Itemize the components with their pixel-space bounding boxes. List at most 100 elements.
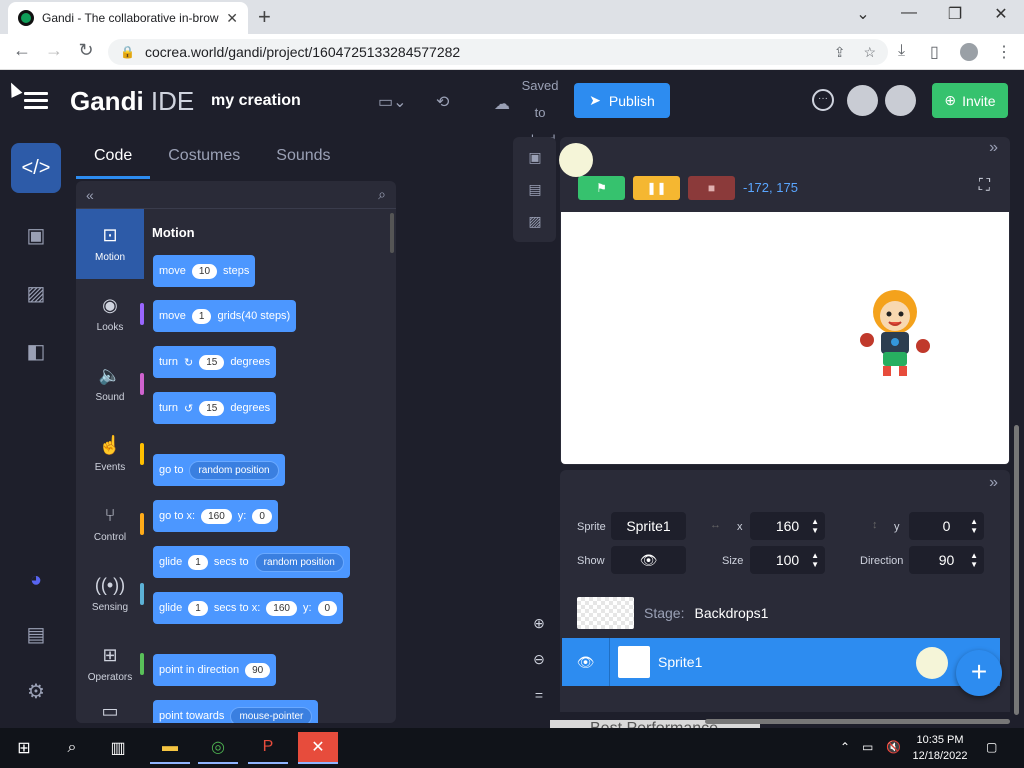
file-explorer-icon[interactable]: ▬	[150, 732, 190, 764]
profile-icon[interactable]	[960, 43, 978, 61]
vertical-scrollbar[interactable]	[1014, 425, 1019, 715]
stage-canvas[interactable]	[561, 212, 1009, 464]
glide-xy-block[interactable]: glide 1 secs to x: 160 y: 0	[153, 592, 344, 624]
download-icon[interactable]: ⤓	[898, 42, 905, 60]
green-flag-button[interactable]: ⚑	[578, 176, 625, 200]
x-app-icon[interactable]: ✕	[298, 732, 338, 764]
avatar[interactable]	[847, 85, 878, 116]
network-icon[interactable]: ▭	[862, 740, 873, 754]
code-editor-icon[interactable]: </>	[11, 143, 61, 193]
stepper-icon: ▲ ▼	[811, 517, 819, 535]
move-steps-block[interactable]: move 10 steps	[153, 255, 256, 287]
image-icon[interactable]: ▨	[11, 268, 61, 318]
category-more[interactable]: ▭	[76, 699, 144, 723]
category-sensing[interactable]: ((•)) Sensing	[76, 559, 144, 629]
point-direction-block[interactable]: point in direction 90	[153, 654, 277, 686]
sprite-character[interactable]	[857, 284, 931, 384]
notifications-icon[interactable]: ▢	[986, 740, 997, 754]
blocks-area: Motion move 10 steps move 1 grids(40 steps) …	[146, 209, 386, 723]
move-grids-block[interactable]: move 1 grids(40 steps)	[153, 300, 297, 332]
zoom-out-icon[interactable]: ⊖	[524, 644, 554, 674]
category-events[interactable]: ☝ Events	[76, 419, 144, 489]
tutorial-book-icon[interactable]: ◧	[11, 326, 61, 376]
settings-gear-icon[interactable]: ⚙	[11, 666, 61, 716]
history-icon[interactable]: ⟲	[436, 92, 449, 112]
category-sound[interactable]: 🔈 Sound	[76, 349, 144, 419]
show-toggle[interactable]: 👁	[611, 546, 686, 574]
goto-block[interactable]: go to random position	[153, 454, 285, 486]
category-motion[interactable]: ⊡ Motion	[76, 209, 144, 279]
goto-xy-block[interactable]: go to x: 160 y: 0	[153, 500, 278, 532]
bookmark-star-icon[interactable]: ☆	[863, 44, 876, 61]
glide-block[interactable]: glide 1 secs to random position	[153, 546, 350, 578]
folder-icon[interactable]: ▭⌄	[378, 92, 407, 112]
tab-code[interactable]: Code	[76, 131, 151, 179]
zoom-reset-icon[interactable]: =	[524, 680, 554, 710]
add-sprite-button[interactable]: +	[956, 650, 1002, 696]
chat-icon[interactable]: ···	[812, 89, 834, 111]
menu-icon[interactable]	[24, 92, 48, 110]
browser-menu-icon[interactable]: ⋮	[996, 42, 1012, 62]
discord-icon[interactable]: ◕	[11, 555, 61, 605]
system-clock[interactable]: 10:35 PM 12/18/2022	[906, 732, 974, 764]
forward-icon[interactable]: →	[42, 40, 66, 61]
image-icon[interactable]: ▨	[523, 209, 547, 233]
new-tab-button[interactable]: +	[258, 4, 271, 30]
tab-close-icon[interactable]: ✕	[226, 10, 238, 27]
back-icon[interactable]: ←	[10, 40, 34, 61]
presenter-icon[interactable]: P	[248, 732, 288, 764]
tab-sounds[interactable]: Sounds	[258, 131, 348, 179]
collapse-double-chevron-icon[interactable]: «	[86, 187, 94, 203]
category-control[interactable]: ⑂ Control	[76, 489, 144, 559]
chrome-icon[interactable]: ◎	[198, 732, 238, 764]
invite-user-icon: ⊕	[944, 92, 957, 108]
avatar[interactable]	[885, 85, 916, 116]
left-rail: </> ▣ ▨ ◧ ◕ ▤ ⚙	[0, 131, 72, 728]
zoom-in-icon[interactable]: ⊕	[524, 608, 554, 638]
expand-double-chevron-icon[interactable]: »	[989, 139, 998, 157]
camera-icon[interactable]: ▣	[523, 145, 547, 169]
url-text: cocrea.world/gandi/project/1604725133284…	[144, 44, 461, 60]
task-view-icon[interactable]: ▥	[98, 732, 138, 764]
fullscreen-icon[interactable]: ⛶	[979, 177, 990, 195]
search-icon[interactable]: ⌕	[378, 186, 386, 203]
size-input[interactable]: 100 ▲ ▼	[750, 546, 825, 574]
robot-icon[interactable]: ▤	[523, 177, 547, 201]
search-icon[interactable]: ⌕	[52, 732, 92, 764]
tab-search-button[interactable]: ⌄	[840, 4, 886, 24]
x-input[interactable]: 160 ▲ ▼	[750, 512, 825, 540]
turn-left-block[interactable]: turn ↺ 15 degrees	[153, 392, 277, 424]
y-input[interactable]: 0 ▲ ▼	[909, 512, 984, 540]
stop-button[interactable]: ■	[688, 176, 735, 200]
expand-double-chevron-icon[interactable]: »	[989, 474, 998, 492]
turn-right-block[interactable]: turn ↻ 15 degrees	[153, 346, 277, 378]
share-icon[interactable]: ⇪	[834, 44, 846, 61]
pause-button[interactable]: ❚❚	[633, 176, 680, 200]
tab-costumes[interactable]: Costumes	[150, 131, 258, 179]
close-window-button[interactable]: ✕	[978, 4, 1024, 24]
reload-icon[interactable]: ↻	[74, 40, 98, 61]
volume-muted-icon[interactable]: 🔇	[886, 740, 901, 754]
restore-button[interactable]: ❐	[932, 4, 978, 24]
minimize-button[interactable]: —	[886, 4, 932, 22]
category-looks[interactable]: ◉ Looks	[76, 279, 144, 349]
visibility-eye-icon[interactable]: 👁	[562, 638, 610, 686]
project-name[interactable]: my creation	[211, 92, 301, 110]
invite-button[interactable]: ⊕ Invite	[932, 83, 1008, 118]
horizontal-scrollbar[interactable]	[705, 719, 1010, 724]
direction-input[interactable]: 90 ▲ ▼	[909, 546, 984, 574]
notification-icon[interactable]: ▤	[11, 609, 61, 659]
palette-scrollbar[interactable]	[390, 213, 394, 253]
extensions-icon[interactable]: ▣	[11, 210, 61, 260]
stage-tools: ▣ ▤ ▨	[513, 137, 556, 242]
sprite-name-input[interactable]: Sprite1	[611, 512, 686, 540]
side-panel-icon[interactable]: ▯	[930, 42, 939, 62]
stage-row[interactable]: Stage: Backdrops1	[560, 590, 1000, 636]
tray-chevron-icon[interactable]: ⌃	[840, 740, 850, 754]
windows-start-icon[interactable]: ⊞	[4, 732, 44, 764]
publish-button[interactable]: ➤ Publish	[574, 83, 670, 118]
category-operators[interactable]: ⊞ Operators	[76, 629, 144, 699]
point-towards-block[interactable]: point towards mouse-pointer	[153, 700, 319, 723]
browser-tab[interactable]: Gandi - The collaborative in-brow ✕	[8, 2, 248, 34]
url-field[interactable]: 🔒 cocrea.world/gandi/project/16047251332…	[108, 39, 888, 65]
